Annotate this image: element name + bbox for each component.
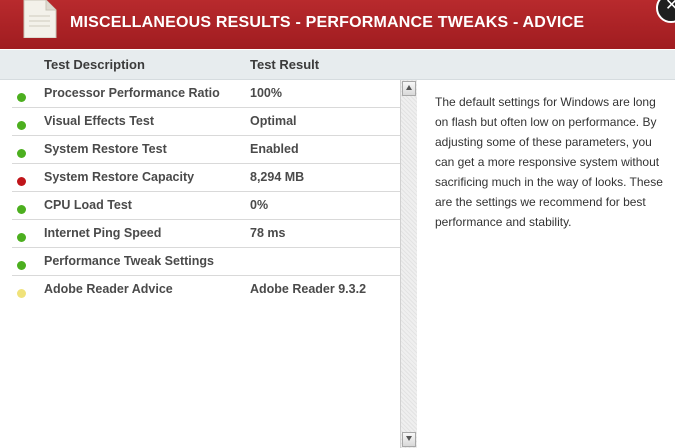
column-header-bar: Test Description Test Result: [0, 50, 675, 80]
result-description: Adobe Reader Advice: [44, 282, 173, 296]
result-row: CPU Load Test 0%: [0, 192, 400, 220]
column-header-description: Test Description: [44, 57, 145, 72]
result-row: Visual Effects Test Optimal: [0, 108, 400, 136]
status-dot-icon: [17, 233, 26, 242]
status-dot-icon: [17, 289, 26, 298]
result-row: Internet Ping Speed 78 ms: [0, 220, 400, 248]
result-value: 100%: [250, 86, 282, 100]
status-dot-icon: [17, 205, 26, 214]
result-value: 0%: [250, 198, 269, 212]
results-list: Processor Performance Ratio 100% Visual Ef…: [0, 80, 400, 304]
result-description: Performance Tweak Settings: [44, 254, 214, 268]
result-row: Performance Tweak Settings: [0, 248, 400, 276]
scroll-up-button[interactable]: [402, 81, 416, 96]
result-description: System Restore Test: [44, 142, 167, 156]
results-scrollbar[interactable]: [400, 80, 417, 448]
arrow-down-icon: [406, 436, 412, 441]
result-row: System Restore Test Enabled: [0, 136, 400, 164]
result-value: 8,294 MB: [250, 170, 305, 184]
result-row: Processor Performance Ratio 100%: [0, 80, 400, 108]
document-icon: [23, 0, 57, 38]
result-description: Processor Performance Ratio: [44, 86, 220, 100]
result-value: Optimal: [250, 114, 297, 128]
dialog-header: MISCELLANEOUS RESULTS - PERFORMANCE TWEA…: [0, 0, 675, 49]
result-description: System Restore Capacity: [44, 170, 195, 184]
status-dot-icon: [17, 93, 26, 102]
column-header-result: Test Result: [250, 57, 320, 72]
result-value: 78 ms: [250, 226, 286, 240]
advice-text: The default settings for Windows are lon…: [435, 95, 663, 229]
result-value: Adobe Reader 9.3.2: [250, 282, 367, 296]
result-row: Adobe Reader Advice Adobe Reader 9.3.2: [0, 276, 400, 304]
scroll-down-button[interactable]: [402, 432, 416, 447]
result-description: CPU Load Test: [44, 198, 132, 212]
result-description: Visual Effects Test: [44, 114, 154, 128]
arrow-up-icon: [406, 85, 412, 90]
result-value: Enabled: [250, 142, 299, 156]
status-dot-icon: [17, 149, 26, 158]
dialog-title: MISCELLANEOUS RESULTS - PERFORMANCE TWEA…: [70, 14, 585, 31]
result-row: System Restore Capacity 8,294 MB: [0, 164, 400, 192]
close-icon: ✕: [665, 0, 675, 14]
status-dot-icon: [17, 177, 26, 186]
status-dot-icon: [17, 261, 26, 270]
result-description: Internet Ping Speed: [44, 226, 162, 240]
status-dot-icon: [17, 121, 26, 130]
